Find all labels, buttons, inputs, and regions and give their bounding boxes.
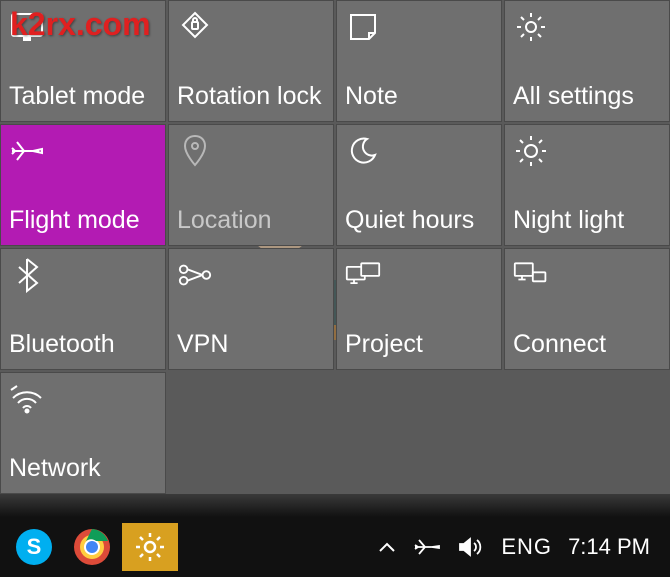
- taskbar: S: [0, 517, 670, 577]
- airplane-icon: [9, 133, 45, 169]
- bluetooth-icon: [9, 257, 45, 293]
- note-icon: [345, 9, 381, 45]
- tile-quiet-hours[interactable]: Quiet hours: [336, 124, 502, 246]
- tile-label: Quiet hours: [345, 206, 474, 235]
- tile-label: Flight mode: [9, 206, 140, 235]
- tray-language[interactable]: ENG: [501, 534, 552, 560]
- tile-label: Night light: [513, 206, 624, 235]
- gear-icon: [513, 9, 549, 45]
- taskbar-app-settings[interactable]: [122, 523, 178, 571]
- svg-text:S: S: [27, 534, 42, 559]
- tile-network[interactable]: Network: [0, 372, 166, 494]
- tile-label: Connect: [513, 330, 606, 359]
- tile-all-settings[interactable]: All settings: [504, 0, 670, 122]
- quick-actions-panel: Tablet mode Rotation lock Note A: [0, 0, 670, 494]
- watermark-text: k2rx.com: [10, 6, 151, 43]
- tile-vpn[interactable]: VPN: [168, 248, 334, 370]
- tile-bluetooth[interactable]: Bluetooth: [0, 248, 166, 370]
- tile-note[interactable]: Note: [336, 0, 502, 122]
- tile-label: Bluetooth: [9, 330, 115, 359]
- taskbar-app-skype[interactable]: S: [6, 523, 62, 571]
- tile-location[interactable]: Location: [168, 124, 334, 246]
- vpn-icon: [177, 257, 213, 293]
- taskbar-app-chrome[interactable]: [64, 523, 120, 571]
- project-icon: [345, 257, 381, 293]
- tile-night-light[interactable]: Night light: [504, 124, 670, 246]
- tile-label: VPN: [177, 330, 228, 359]
- tray-chevron-up-icon[interactable]: [377, 540, 397, 554]
- sun-icon: [513, 133, 549, 169]
- tile-label: Network: [9, 454, 101, 483]
- tile-label: Tablet mode: [9, 82, 145, 111]
- tile-label: Project: [345, 330, 423, 359]
- empty-tile: [168, 372, 334, 494]
- rotation-lock-icon: [177, 9, 213, 45]
- tile-label: Rotation lock: [177, 82, 322, 111]
- tile-connect[interactable]: Connect: [504, 248, 670, 370]
- system-tray: ENG 7:14 PM: [377, 534, 664, 560]
- empty-tile: [336, 372, 502, 494]
- tile-label: All settings: [513, 82, 634, 111]
- tray-clock[interactable]: 7:14 PM: [568, 534, 650, 560]
- tile-flight-mode[interactable]: Flight mode: [0, 124, 166, 246]
- location-icon: [177, 133, 213, 169]
- tile-label: Location: [177, 206, 272, 235]
- connect-icon: [513, 257, 549, 293]
- tile-label: Note: [345, 82, 398, 111]
- tile-project[interactable]: Project: [336, 248, 502, 370]
- tile-rotation-lock[interactable]: Rotation lock: [168, 0, 334, 122]
- tray-volume-icon[interactable]: [457, 535, 485, 559]
- empty-tile: [504, 372, 670, 494]
- blur-divider: [0, 494, 670, 517]
- moon-icon: [345, 133, 381, 169]
- tray-airplane-icon[interactable]: [413, 535, 441, 559]
- wifi-icon: [9, 381, 45, 417]
